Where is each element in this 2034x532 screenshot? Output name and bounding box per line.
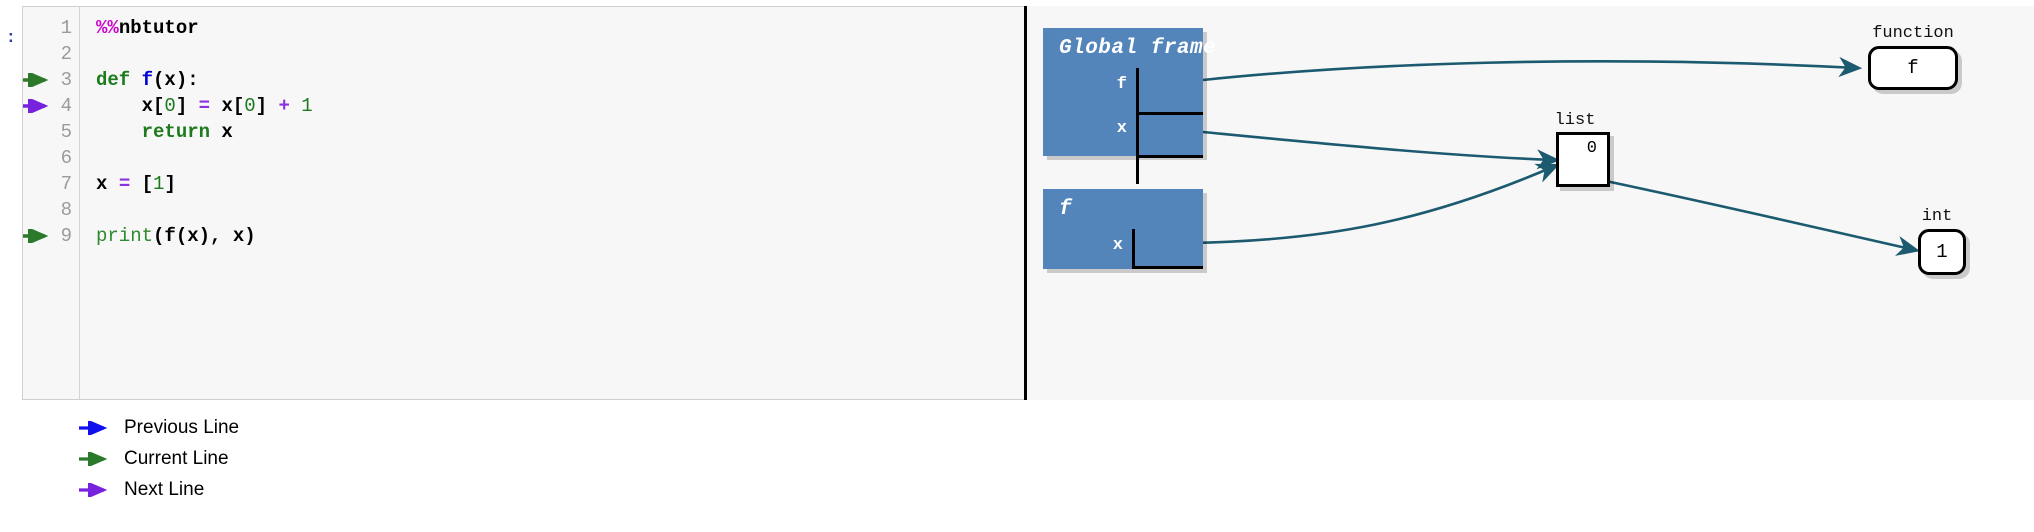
- arrow-right-icon: [79, 451, 108, 466]
- legend-label: Previous Line: [124, 416, 240, 438]
- code-token: x[: [210, 95, 245, 117]
- line-number: 5: [60, 121, 72, 143]
- code-token: print: [96, 225, 154, 247]
- nbtutor-visualization-screenshot: : 123456789 %%nbtutor def f(x): x[0] = x…: [0, 0, 2034, 532]
- code-token: x[: [96, 95, 165, 117]
- code-token: 0: [164, 95, 176, 117]
- code-line[interactable]: [81, 145, 1024, 171]
- code-token: 1: [301, 95, 313, 117]
- pointer-list-elem-to-int: [1581, 174, 1921, 256]
- line-number: 2: [60, 43, 72, 65]
- frame-variable-name-f: f: [1116, 75, 1127, 94]
- code-line[interactable]: [81, 41, 1024, 67]
- code-line[interactable]: def f(x):: [81, 67, 1024, 93]
- code-token: +: [278, 95, 290, 117]
- code-token: ]: [164, 173, 176, 195]
- line-number: 6: [60, 147, 72, 169]
- legend-item-current-line: Current Line: [78, 443, 498, 474]
- legend-label: Current Line: [124, 447, 229, 469]
- code-token: f: [141, 69, 154, 91]
- legend-label: Next Line: [124, 478, 205, 500]
- code-token: %%: [96, 17, 119, 39]
- code-token: nbtutor: [118, 17, 199, 39]
- code-line[interactable]: [81, 197, 1024, 223]
- frame-variable-name-x: x: [1116, 119, 1127, 138]
- code-token: =: [118, 173, 131, 195]
- code-line[interactable]: print(f(x), x): [81, 223, 1024, 249]
- frame-slot-vertical-rule: [1136, 68, 1139, 184]
- arrow-right-icon: [79, 420, 108, 435]
- frame-slot-bottom-rule: [1132, 266, 1203, 269]
- code-line[interactable]: %%nbtutor: [81, 15, 1024, 41]
- heap-object-int: 1: [1918, 229, 1966, 275]
- arrow-right-icon: [79, 482, 108, 497]
- code-line[interactable]: return x: [81, 119, 1024, 145]
- line-number: 1: [60, 17, 72, 39]
- pointer-local-x-to-list: [1186, 163, 1560, 245]
- stack-frame-f: f x: [1043, 189, 1203, 269]
- line-number-gutter: 1 2345 6 7 89: [23, 7, 80, 399]
- frame-slot-separator: [1136, 112, 1203, 115]
- code-token: =: [198, 95, 211, 117]
- code-token: [: [130, 173, 154, 195]
- frame-title: Global frame: [1059, 37, 1217, 60]
- heap-object-value: f: [1907, 57, 1919, 79]
- memory-visualization-pane: Global frame f x f x function f list 0 i…: [1027, 6, 2034, 400]
- line-number: 9: [23, 223, 79, 249]
- pointer-global-x-to-list: [1202, 130, 1561, 170]
- heap-object-function-f: f: [1868, 46, 1958, 90]
- code-token: ]: [175, 95, 199, 117]
- execution-pointer-current-icon: [23, 73, 49, 87]
- code-token: def: [96, 69, 131, 91]
- code-editor-area[interactable]: %%nbtutor def f(x): x[0] = x[0] + 1 retu…: [81, 7, 1024, 399]
- line-number: 8: [60, 199, 72, 221]
- code-token: x: [210, 121, 233, 143]
- execution-pointer-next-icon: [23, 99, 49, 113]
- line-number: 3: [23, 67, 79, 93]
- frame-slot-bottom-rule: [1136, 155, 1203, 158]
- object-type-label-list: list: [1554, 111, 1596, 130]
- code-token: 0: [244, 95, 256, 117]
- legend-item-previous-line: Previous Line: [78, 412, 498, 443]
- code-cell[interactable]: 123456789 %%nbtutor def f(x): x[0] = x[0…: [22, 6, 1025, 400]
- execution-pointer-current-icon: [23, 229, 49, 243]
- stack-frame-global: Global frame f x: [1043, 28, 1216, 184]
- code-line[interactable]: x[0] = x[0] + 1: [81, 93, 1024, 119]
- frame-variable-name-x: x: [1112, 236, 1123, 255]
- line-number: 4: [23, 93, 79, 119]
- code-token: ]: [255, 95, 279, 117]
- code-token: (x):: [153, 69, 199, 91]
- code-token: (f(x), x): [153, 225, 256, 247]
- line-number: 7: [60, 173, 72, 195]
- code-token: 1: [153, 173, 165, 195]
- object-type-label-int: int: [1921, 207, 1953, 226]
- frame-slot-vertical-rule: [1132, 229, 1135, 269]
- pointer-global-f-to-function: [1202, 56, 1863, 82]
- code-token: return: [141, 121, 211, 143]
- list-index-label: 0: [1586, 139, 1597, 158]
- frame-title: f: [1059, 198, 1073, 221]
- code-token: x: [96, 173, 119, 195]
- heap-object-value: 1: [1936, 241, 1948, 263]
- legend-item-next-line: Next Line: [78, 474, 498, 505]
- heap-object-list: 0: [1556, 132, 1610, 187]
- code-line[interactable]: x = [1]: [81, 171, 1024, 197]
- cell-prompt: :: [5, 29, 16, 48]
- legend: Previous Line Current Line Next Line: [78, 412, 498, 505]
- object-type-label-function: function: [1872, 24, 1954, 43]
